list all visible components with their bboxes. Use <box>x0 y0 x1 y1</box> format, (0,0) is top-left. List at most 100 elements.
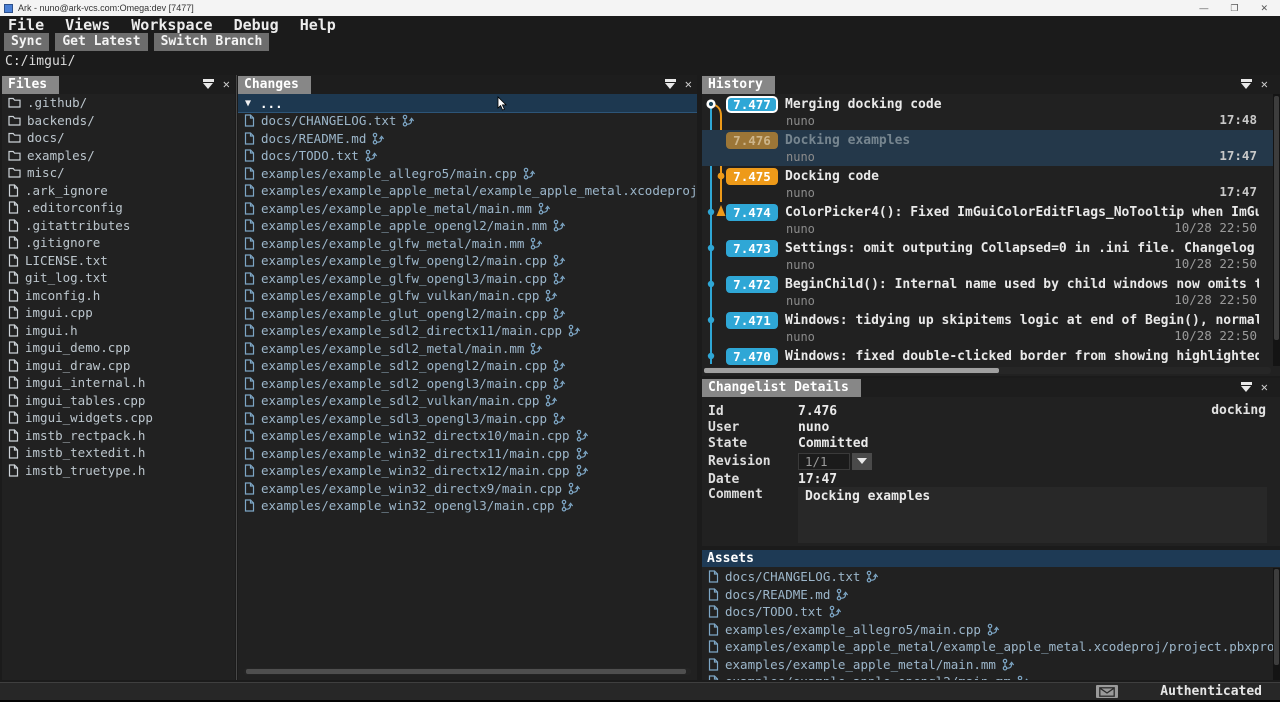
filter-icon[interactable] <box>1241 382 1252 392</box>
asset-row[interactable]: examples/example_apple_metal/example_app… <box>702 638 1273 656</box>
toolbar-button[interactable]: Switch Branch <box>154 33 270 51</box>
changed-file-row[interactable]: docs/README.md <box>238 130 697 148</box>
file-row[interactable]: examples/ <box>2 147 235 165</box>
file-row[interactable]: .gitignore <box>2 234 235 252</box>
history-entry[interactable]: 7.473 Settings: omit outputing Collapsed… <box>702 238 1273 274</box>
history-entry[interactable]: 7.477 Merging docking code nuno 17:48 <box>702 94 1273 130</box>
history-entry[interactable]: 7.472 BeginChild(): Internal name used b… <box>702 274 1273 310</box>
file-row[interactable]: git_log.txt <box>2 269 235 287</box>
changed-file-row[interactable]: examples/example_apple_metal/example_app… <box>238 182 697 200</box>
changed-file-row[interactable]: docs/TODO.txt <box>238 147 697 165</box>
changed-file-row[interactable]: examples/example_sdl2_opengl2/main.cpp <box>238 357 697 375</box>
changed-file-row[interactable]: examples/example_win32_opengl3/main.cpp <box>238 497 697 515</box>
file-row[interactable]: imstb_rectpack.h <box>2 427 235 445</box>
close-panel-icon[interactable]: ✕ <box>1261 381 1268 393</box>
changed-file-row[interactable]: examples/example_sdl3_opengl3/main.cpp <box>238 410 697 428</box>
history-entry[interactable]: 7.474 ColorPicker4(): Fixed ImGuiColorEd… <box>702 202 1273 238</box>
close-button[interactable]: ✕ <box>1260 3 1268 14</box>
asset-row[interactable]: docs/TODO.txt <box>702 603 1273 621</box>
history-entry[interactable]: 7.475 Docking code nuno 17:47 <box>702 166 1273 202</box>
changelist-id-badge[interactable]: 7.471 <box>726 312 778 329</box>
history-entry[interactable]: 7.471 Windows: tidying up skipitems logi… <box>702 310 1273 346</box>
changed-file-row[interactable]: examples/example_sdl2_directx11/main.cpp <box>238 322 697 340</box>
asset-row[interactable]: examples/example_apple_opengl2/main.mm <box>702 673 1273 680</box>
changed-file-row[interactable]: examples/example_glfw_opengl3/main.cpp <box>238 270 697 288</box>
close-panel-icon[interactable]: ✕ <box>223 78 230 90</box>
changed-file-row[interactable]: examples/example_allegro5/main.cpp <box>238 165 697 183</box>
changed-file-row[interactable]: examples/example_glfw_vulkan/main.cpp <box>238 287 697 305</box>
file-row[interactable]: imgui.h <box>2 322 235 340</box>
file-row[interactable]: imgui_draw.cpp <box>2 357 235 375</box>
filter-icon[interactable] <box>665 79 676 89</box>
changed-file-row[interactable]: examples/example_win32_directx12/main.cp… <box>238 462 697 480</box>
changed-file-row[interactable]: docs/CHANGELOG.txt <box>238 112 697 130</box>
file-row[interactable]: .github/ <box>2 94 235 112</box>
comment-field[interactable]: Docking examples <box>798 487 1267 543</box>
menu-item[interactable]: Views <box>65 16 110 34</box>
menu-item[interactable]: File <box>8 16 44 34</box>
file-row[interactable]: imgui.cpp <box>2 304 235 322</box>
changed-file-row[interactable]: examples/example_glfw_metal/main.mm <box>238 235 697 253</box>
maximize-button[interactable]: ❐ <box>1230 3 1238 14</box>
changes-hscrollbar-thumb[interactable] <box>246 669 686 674</box>
changelist-id-badge[interactable]: 7.470 <box>726 348 778 365</box>
changelist-id-badge[interactable]: 7.474 <box>726 204 778 221</box>
expand-triangle-icon[interactable]: ▼ <box>245 98 251 109</box>
filter-icon[interactable] <box>1241 79 1252 89</box>
file-row[interactable]: imconfig.h <box>2 287 235 305</box>
changes-root-row[interactable]: ▼ ... <box>238 94 697 113</box>
changed-file-row[interactable]: examples/example_win32_directx10/main.cp… <box>238 427 697 445</box>
minimize-button[interactable]: — <box>1199 3 1208 14</box>
toolbar-button[interactable]: Get Latest <box>55 33 147 51</box>
changed-file-row[interactable]: examples/example_win32_directx9/main.cpp <box>238 480 697 498</box>
menu-item[interactable]: Help <box>300 16 336 34</box>
file-row[interactable]: docs/ <box>2 129 235 147</box>
history-hscrollbar[interactable] <box>704 367 1271 374</box>
changed-file-row[interactable]: examples/example_glut_opengl2/main.cpp <box>238 305 697 323</box>
file-row[interactable]: .ark_ignore <box>2 182 235 200</box>
assets-vscrollbar[interactable] <box>1273 568 1280 680</box>
changed-file-row[interactable]: examples/example_sdl2_opengl3/main.cpp <box>238 375 697 393</box>
file-row[interactable]: .editorconfig <box>2 199 235 217</box>
changed-file-row[interactable]: examples/example_apple_opengl2/main.mm <box>238 217 697 235</box>
asset-row[interactable]: docs/README.md <box>702 586 1273 604</box>
file-row[interactable]: imgui_tables.cpp <box>2 392 235 410</box>
history-entry[interactable]: 7.476 Docking examples nuno 17:47 <box>702 130 1273 166</box>
changed-file-row[interactable]: examples/example_sdl2_vulkan/main.cpp <box>238 392 697 410</box>
file-row[interactable]: imstb_truetype.h <box>2 462 235 480</box>
asset-row[interactable]: docs/CHANGELOG.txt <box>702 568 1273 586</box>
file-row[interactable]: misc/ <box>2 164 235 182</box>
asset-row[interactable]: examples/example_allegro5/main.cpp <box>702 621 1273 639</box>
changelist-id-badge[interactable]: 7.477 <box>726 96 778 113</box>
file-row[interactable]: backends/ <box>2 112 235 130</box>
history-entry[interactable]: 7.470 Windows: fixed double-clicked bord… <box>702 346 1273 366</box>
filter-icon[interactable] <box>203 79 214 89</box>
revision-select[interactable]: 1/1 <box>798 453 850 470</box>
close-panel-icon[interactable]: ✕ <box>685 78 692 90</box>
changed-file-row[interactable]: examples/example_apple_metal/main.mm <box>238 200 697 218</box>
menu-item[interactable]: Workspace <box>131 16 212 34</box>
changelist-id-badge[interactable]: 7.472 <box>726 276 778 293</box>
file-row[interactable]: imgui_widgets.cpp <box>2 409 235 427</box>
history-vscrollbar[interactable] <box>1273 94 1280 366</box>
changed-file-row[interactable]: examples/example_win32_directx11/main.cp… <box>238 445 697 463</box>
mail-icon[interactable] <box>1096 685 1118 698</box>
close-panel-icon[interactable]: ✕ <box>1261 78 1268 90</box>
history-hscrollbar-thumb[interactable] <box>704 368 999 373</box>
file-row[interactable]: LICENSE.txt <box>2 252 235 270</box>
toolbar-button[interactable]: Sync <box>4 33 49 51</box>
file-row[interactable]: imgui_demo.cpp <box>2 339 235 357</box>
changelist-id-badge[interactable]: 7.473 <box>726 240 778 257</box>
changelist-id-badge[interactable]: 7.475 <box>726 168 778 185</box>
changes-hscrollbar[interactable] <box>244 668 691 675</box>
file-row[interactable]: imstb_textedit.h <box>2 444 235 462</box>
file-row[interactable]: .gitattributes <box>2 217 235 235</box>
changed-file-row[interactable]: examples/example_sdl2_metal/main.mm <box>238 340 697 358</box>
assets-vscrollbar-thumb[interactable] <box>1274 569 1279 665</box>
menu-item[interactable]: Debug <box>234 16 279 34</box>
file-row[interactable]: imgui_internal.h <box>2 374 235 392</box>
history-vscrollbar-thumb[interactable] <box>1274 96 1279 340</box>
asset-row[interactable]: examples/example_apple_metal/main.mm <box>702 656 1273 674</box>
changelist-id-badge[interactable]: 7.476 <box>726 132 778 149</box>
changed-file-row[interactable]: examples/example_glfw_opengl2/main.cpp <box>238 252 697 270</box>
